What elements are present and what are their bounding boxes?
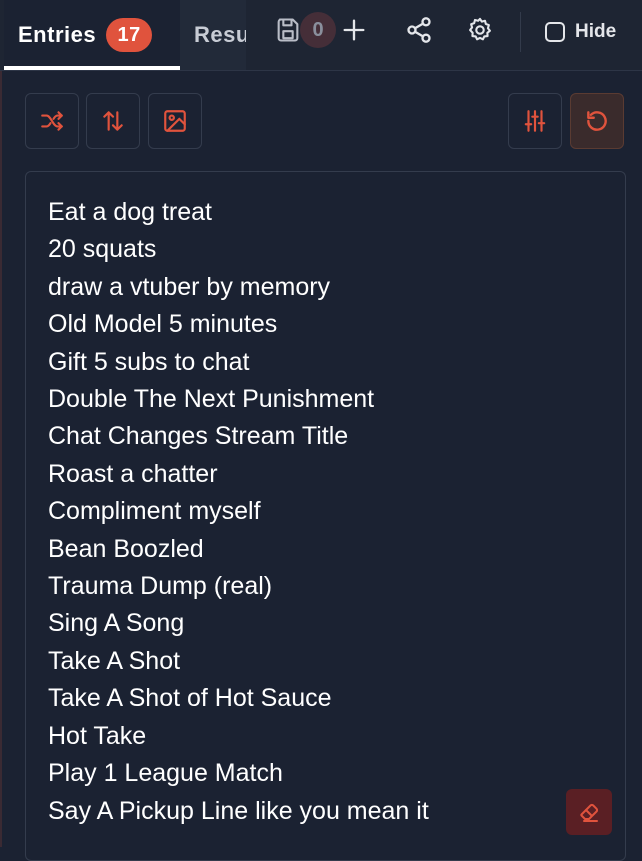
entry-item: Roast a chatter <box>48 459 218 488</box>
sort-icon <box>103 111 123 131</box>
sort-button[interactable] <box>86 93 140 149</box>
tab-entries-label: Entries <box>18 22 97 47</box>
gear-icon[interactable] <box>464 14 496 46</box>
entry-item: Compliment myself <box>48 497 261 526</box>
entry-item: draw a vtuber by memory <box>48 272 331 301</box>
entry-item: Old Model 5 minutes <box>48 310 278 339</box>
shuffle-icon <box>41 111 63 131</box>
tab-results-label: Results <box>194 22 246 47</box>
entry-item: Say A Pickup Line like you mean it <box>48 796 429 825</box>
clear-entries-button[interactable] <box>566 789 612 835</box>
image-button[interactable] <box>148 93 202 149</box>
entry-item: Play 1 League Match <box>48 759 283 788</box>
tab-bar: Entries 17 Results 0 Hide <box>0 0 642 71</box>
entries-count-badge: 17 <box>106 18 153 52</box>
entry-item: Sing A Song <box>48 609 185 638</box>
image-icon <box>164 110 186 132</box>
reset-button[interactable] <box>570 93 624 149</box>
hide-label: Hide <box>575 21 617 42</box>
entry-item: Bean Boozled <box>48 534 204 563</box>
add-icon[interactable] <box>338 14 370 46</box>
entries-list: Eat a dog treat 20 squats draw a vtuber by… <box>48 194 429 830</box>
entry-item: Take A Shot of Hot Sauce <box>48 684 332 713</box>
shuffle-button[interactable] <box>25 93 79 149</box>
sliders-button[interactable] <box>508 93 562 149</box>
entry-item: Double The Next Punishment <box>48 385 375 414</box>
entry-item: Trauma Dump (real) <box>48 572 273 601</box>
sliders-icon <box>524 110 546 132</box>
share-icon[interactable] <box>403 14 435 46</box>
tab-entries[interactable]: Entries 17 <box>4 0 180 70</box>
entry-item: Eat a dog treat <box>48 198 213 226</box>
tab-results[interactable]: Results <box>180 0 246 70</box>
reset-icon <box>587 111 607 131</box>
entry-item: Take A Shot <box>48 646 181 675</box>
eraser-icon <box>580 803 599 822</box>
entry-item: Hot Take <box>48 721 147 750</box>
header-divider <box>520 12 521 52</box>
active-tab-indicator <box>4 66 180 70</box>
entry-item: Gift 5 subs to chat <box>48 347 250 376</box>
hide-toggle[interactable]: Hide <box>545 18 616 46</box>
entries-textarea[interactable]: Eat a dog treat 20 squats draw a vtuber by… <box>25 171 626 861</box>
entry-item: 20 squats <box>48 235 157 264</box>
entry-item: Chat Changes Stream Title <box>48 422 349 451</box>
hide-checkbox[interactable] <box>545 22 565 42</box>
results-count-badge: 0 <box>300 12 336 48</box>
window-edge <box>0 0 2 847</box>
